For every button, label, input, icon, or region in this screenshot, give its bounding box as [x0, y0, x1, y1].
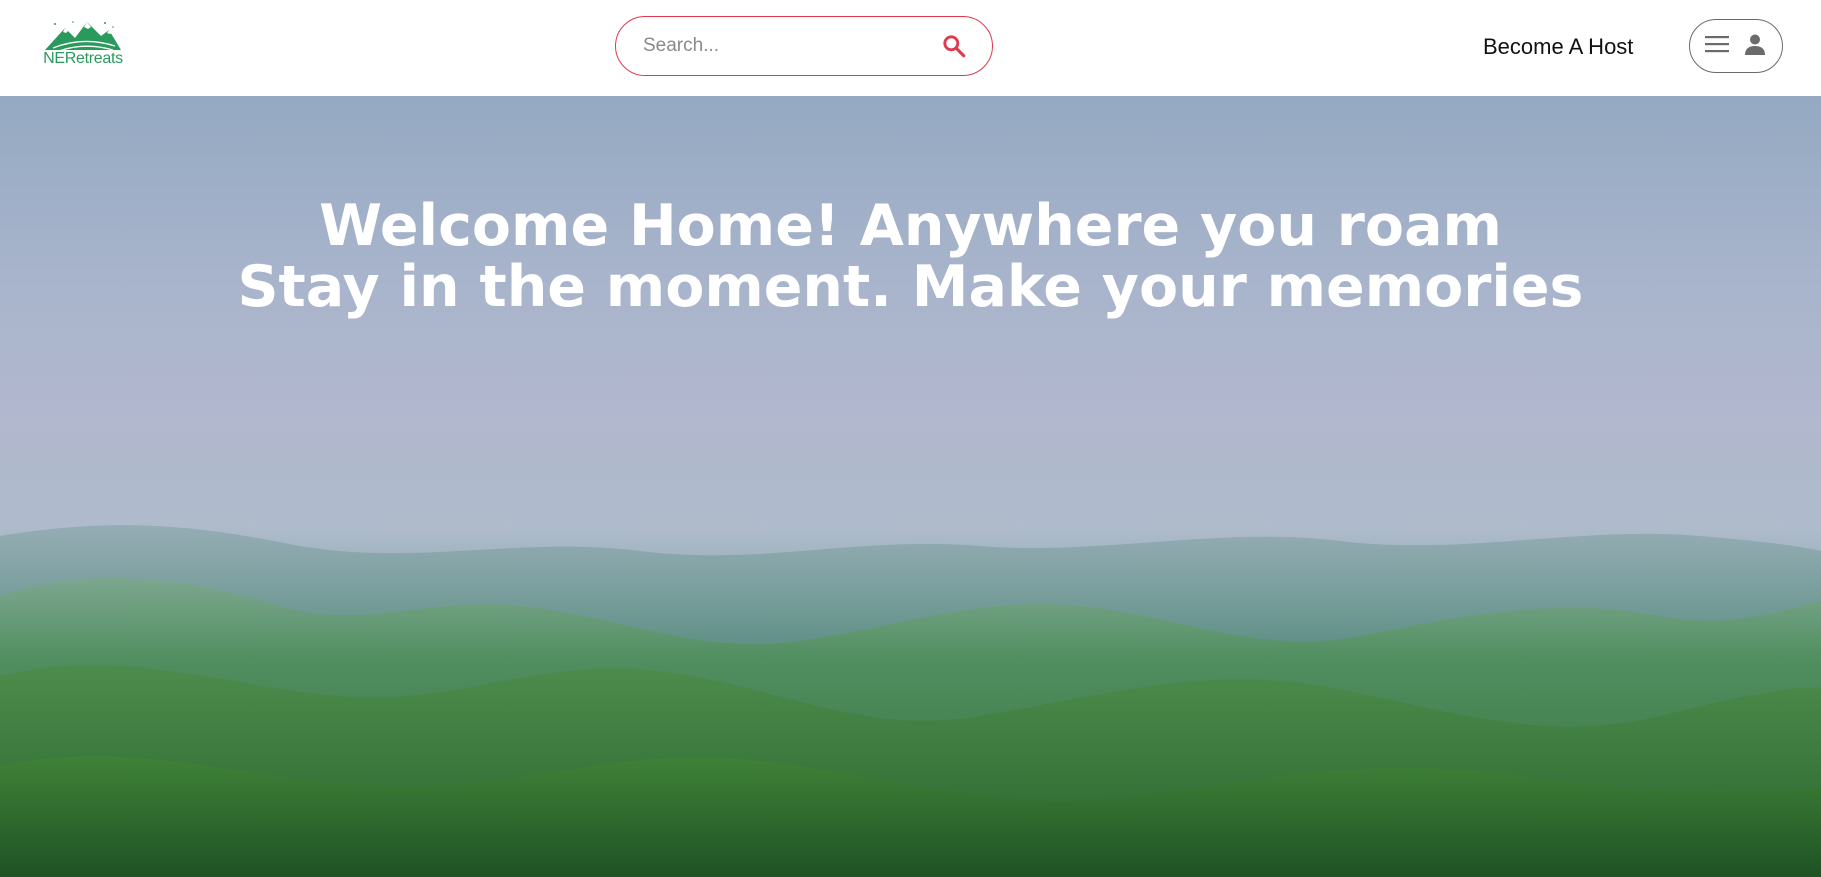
hero-line-2: Stay in the moment. Make your memories	[237, 254, 1584, 320]
brand-name: NERetreats	[43, 50, 123, 67]
search-bar[interactable]	[615, 16, 993, 76]
search-icon[interactable]	[940, 32, 968, 60]
search-input[interactable]	[641, 34, 940, 58]
user-icon	[1743, 32, 1767, 61]
brand-logo[interactable]: NERetreats	[40, 18, 126, 72]
mountain-logo-icon	[45, 21, 121, 52]
hero-heading: Welcome Home! Anywhere you roam Stay in …	[0, 196, 1821, 318]
user-menu-button[interactable]	[1689, 19, 1783, 73]
become-host-link[interactable]: Become A Host	[1483, 30, 1633, 64]
hero-banner: Welcome Home! Anywhere you roam Stay in …	[0, 96, 1821, 877]
navbar: NERetreats Become A Host	[0, 0, 1821, 96]
hero-line-1: Welcome Home! Anywhere you roam	[319, 193, 1502, 259]
hamburger-icon	[1705, 34, 1729, 59]
